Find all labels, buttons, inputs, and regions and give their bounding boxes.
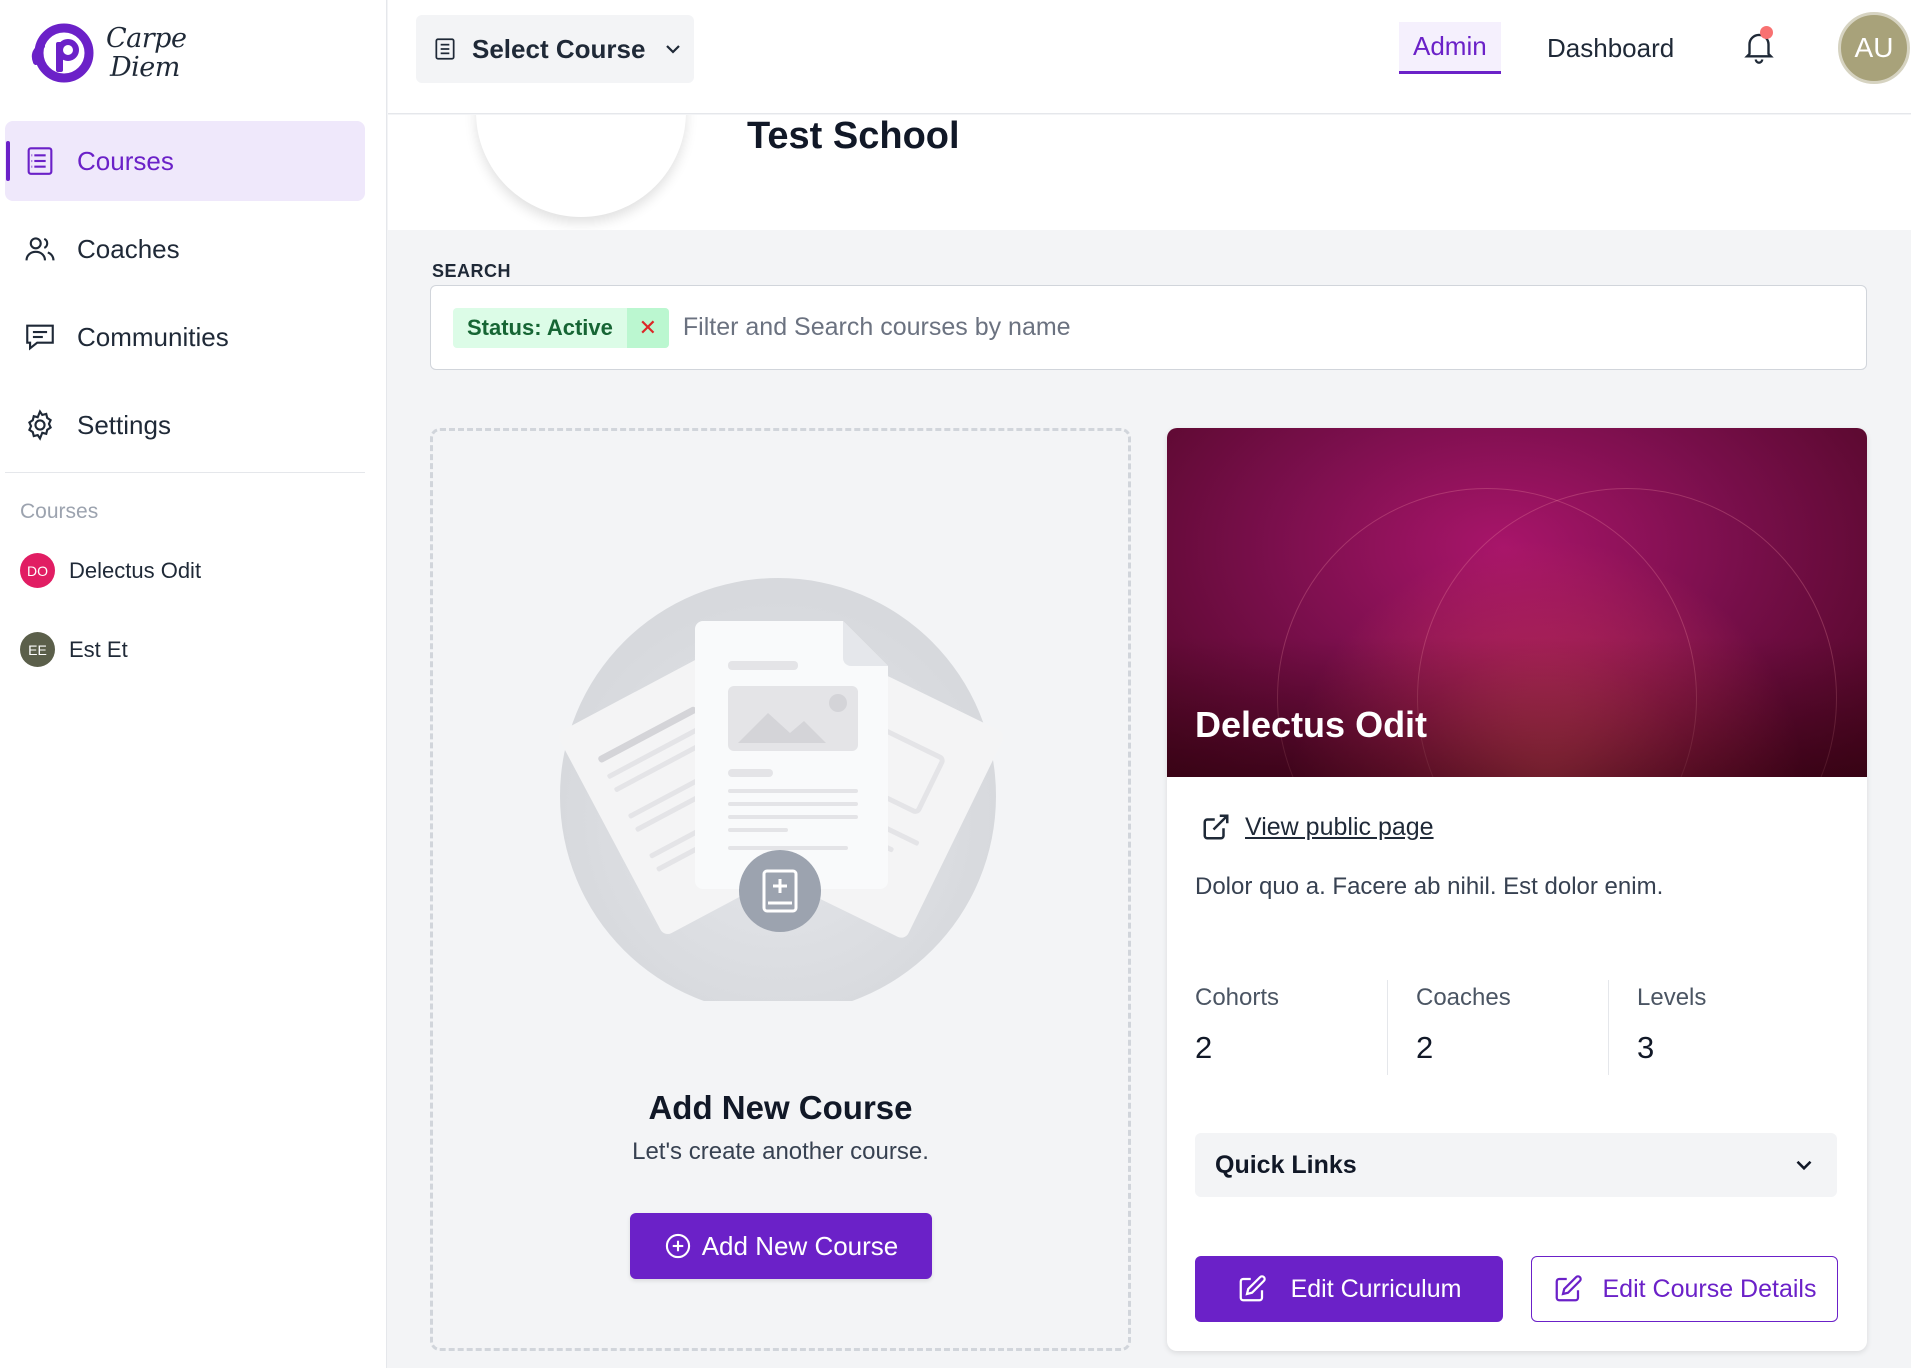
courses-icon	[27, 147, 53, 175]
school-name: Test School	[747, 115, 960, 157]
chevron-down-icon	[1796, 1160, 1812, 1171]
sidebar: Carpe Diem Courses Coaches Communities S…	[0, 0, 387, 1368]
brand-name: Carpe Diem	[106, 23, 187, 83]
course-avatar: EE	[20, 632, 55, 667]
search-label: SEARCH	[432, 261, 512, 281]
course-book-icon	[435, 38, 455, 60]
select-course-dropdown[interactable]: Select Course	[416, 15, 694, 83]
stat-cohorts: Cohorts 2	[1195, 980, 1387, 1075]
documents-illustration-icon	[559, 578, 1004, 1001]
sidebar-course-link[interactable]: EE Est Et	[20, 632, 128, 667]
notification-dot	[1760, 26, 1773, 39]
course-card: Delectus Odit View public page Dolor quo…	[1167, 428, 1867, 1351]
course-stats: Cohorts 2 Coaches 2 Levels 3	[1195, 980, 1829, 1075]
external-link-icon	[1203, 814, 1229, 840]
brand-logo[interactable]: Carpe Diem	[30, 22, 187, 84]
chat-icon	[26, 324, 54, 351]
chevron-down-icon	[666, 45, 681, 54]
course-description: Dolor quo a. Facere ab nihil. Est dolor …	[1195, 873, 1664, 900]
sidebar-nav: Courses Coaches Communities Settings	[5, 121, 365, 473]
sidebar-item-label: Settings	[77, 409, 171, 440]
add-new-course-button[interactable]: Add New Course	[630, 1213, 932, 1279]
edit-curriculum-label: Edit Curriculum	[1290, 1274, 1462, 1303]
quick-links-label: Quick Links	[1215, 1150, 1357, 1179]
edit-icon	[1239, 1275, 1266, 1302]
status-filter-label: Status: Active	[467, 314, 613, 340]
sidebar-item-coaches[interactable]: Coaches	[5, 209, 365, 289]
status-filter-chip: Status: Active ✕	[453, 307, 669, 348]
stat-label: Coaches	[1416, 984, 1511, 1011]
stat-label: Cohorts	[1195, 984, 1280, 1011]
users-icon	[25, 237, 55, 261]
add-course-subtitle: Let's create another course.	[632, 1138, 929, 1165]
add-course-title: Add New Course	[648, 1089, 913, 1126]
sidebar-course-link[interactable]: DO Delectus Odit	[20, 553, 201, 588]
sidebar-section-title: Courses	[20, 500, 99, 523]
stat-value: 2	[1416, 1030, 1434, 1065]
close-icon[interactable]: ✕	[626, 307, 669, 348]
edit-icon	[1555, 1275, 1582, 1302]
view-public-page-link[interactable]: View public page	[1201, 812, 1434, 842]
nav-admin-tab[interactable]: Admin	[1399, 22, 1501, 74]
add-course-card: Add New Course Let's create another cour…	[430, 428, 1131, 1351]
stat-levels: Levels 3	[1608, 980, 1829, 1075]
stat-value: 3	[1637, 1030, 1655, 1065]
top-bar: Select Course Admin Dashboard AU	[388, 0, 1911, 114]
select-course-label: Select Course	[472, 33, 646, 64]
stat-value: 2	[1195, 1030, 1213, 1065]
course-name: Delectus Odit	[69, 557, 202, 583]
sidebar-item-label: Communities	[77, 321, 229, 352]
course-avatar: DO	[20, 553, 55, 588]
edit-curriculum-button[interactable]: Edit Curriculum	[1195, 1256, 1503, 1322]
sidebar-divider	[5, 472, 365, 473]
plus-circle-icon	[665, 1233, 690, 1259]
search-bar: Status: Active ✕	[430, 285, 1867, 370]
search-input[interactable]	[682, 313, 1783, 342]
nav-dashboard-link[interactable]: Dashboard	[1547, 22, 1674, 74]
user-avatar[interactable]: AU	[1838, 12, 1910, 84]
sidebar-item-label: Courses	[77, 145, 174, 176]
sidebar-item-courses[interactable]: Courses	[5, 121, 365, 201]
course-cover-image: Delectus Odit	[1167, 428, 1867, 777]
course-name: Est Et	[69, 636, 128, 662]
stat-coaches: Coaches 2	[1387, 980, 1608, 1075]
stat-label: Levels	[1637, 984, 1707, 1011]
school-header: Test School	[388, 115, 1911, 230]
sidebar-item-label: Coaches	[77, 233, 180, 264]
quick-links-dropdown[interactable]: Quick Links	[1195, 1133, 1837, 1197]
gear-icon	[28, 409, 52, 441]
carpe-diem-logo-icon	[31, 23, 94, 83]
view-public-page-label: View public page	[1245, 812, 1434, 841]
edit-course-details-label: Edit Course Details	[1602, 1274, 1817, 1303]
school-logo	[476, 115, 686, 217]
course-title: Delectus Odit	[1195, 704, 1428, 745]
edit-course-details-button[interactable]: Edit Course Details	[1531, 1256, 1838, 1322]
sidebar-item-communities[interactable]: Communities	[5, 297, 365, 377]
add-new-course-label: Add New Course	[701, 1230, 899, 1261]
sidebar-item-settings[interactable]: Settings	[5, 385, 365, 465]
